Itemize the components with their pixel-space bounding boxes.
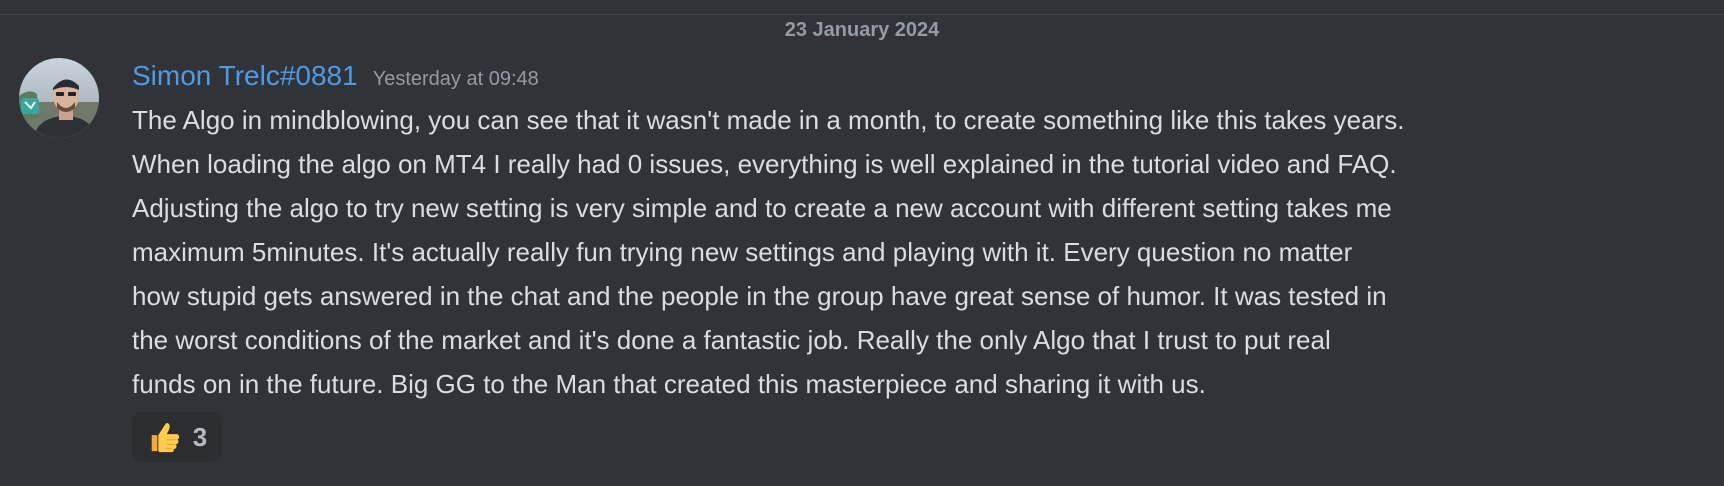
reaction-count: 3	[192, 422, 208, 452]
message-line: Adjusting the algo to try new setting is…	[132, 193, 1392, 223]
avatar-image	[19, 58, 99, 138]
message-header: Simon Trelc#0881 Yesterday at 09:48	[132, 56, 539, 96]
message-line: The Algo in mindblowing, you can see tha…	[132, 105, 1405, 135]
message-line: funds on in the future. Big GG to the Ma…	[132, 369, 1206, 399]
message-content: The Algo in mindblowing, you can see tha…	[132, 98, 1632, 406]
message-line: When loading the algo on MT4 I really ha…	[132, 149, 1397, 179]
message-line: how stupid gets answered in the chat and…	[132, 281, 1387, 311]
message-timestamp: Yesterday at 09:48	[372, 68, 539, 90]
date-divider: 23 January 2024	[0, 14, 1724, 42]
avatar[interactable]	[19, 58, 99, 138]
thumbs-up-icon	[151, 423, 179, 453]
username[interactable]: Simon Trelc#0881	[132, 56, 358, 96]
message-line: the worst conditions of the market and i…	[132, 325, 1331, 355]
message-line: maximum 5minutes. It's actually really f…	[132, 237, 1353, 267]
reaction-thumbs-up[interactable]: 3	[132, 412, 222, 462]
date-divider-label: 23 January 2024	[775, 18, 949, 42]
